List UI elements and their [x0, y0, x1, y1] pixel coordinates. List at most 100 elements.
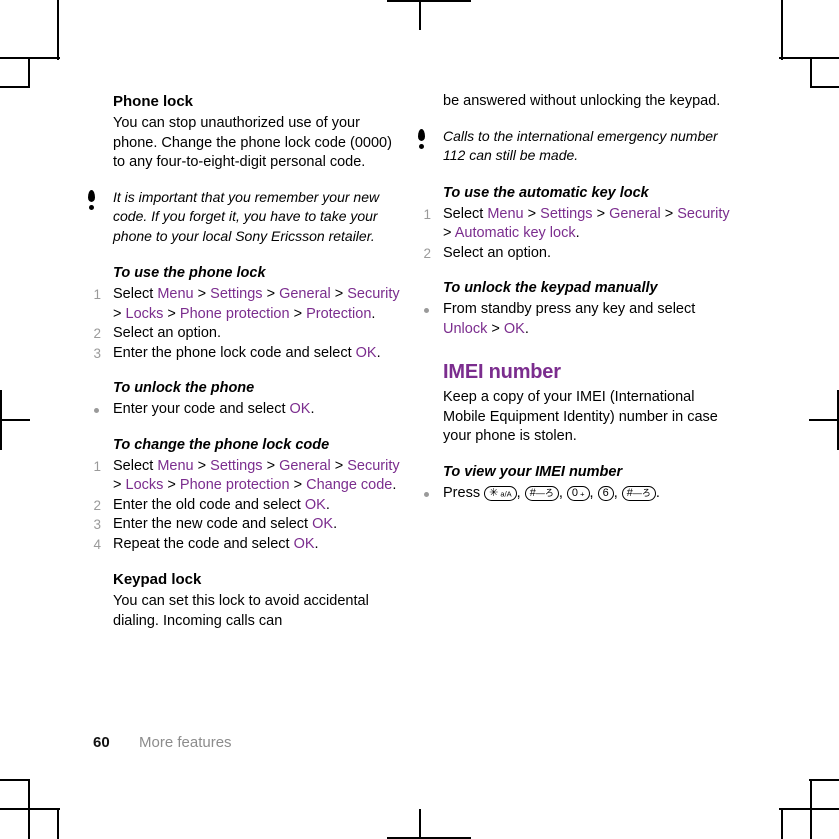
ui-term: Phone protection [179, 477, 290, 493]
list-item: Enter the new code and select OK. [85, 515, 404, 535]
ui-term: Menu [487, 205, 524, 222]
ui-term: Security [677, 205, 730, 222]
step-text: Enter your code and select [113, 401, 290, 417]
crop-mark-top-right [779, 57, 839, 59]
ui-term: Protection [306, 305, 372, 322]
ui-term: General [609, 205, 661, 222]
crop-mark-top-left-inner [28, 57, 30, 88]
key-main-glyph: 6 [602, 486, 609, 499]
crop-mark-top-center [387, 0, 471, 2]
six-key: 6 [597, 485, 614, 501]
ui-term: Unlock [443, 320, 488, 337]
step-text: > [163, 305, 180, 322]
step-text: Enter the old code and select [113, 496, 305, 513]
ui-term: OK [312, 516, 334, 532]
step-text: > [289, 477, 307, 493]
crop-mark-bottom-center [419, 809, 421, 839]
ui-term: Security [347, 457, 400, 474]
crop-mark-left-center [0, 419, 30, 421]
unlock-phone-heading: To unlock the phone [113, 380, 255, 396]
note-text: Calls to the international emergency num… [443, 127, 718, 164]
step-text: > [592, 205, 610, 222]
phone-lock-note: It is important that you remember your n… [85, 188, 404, 247]
phone-lock-heading: Phone lock [113, 93, 194, 110]
list-item: Enter the old code and select OK. [85, 496, 404, 516]
press-label: Press [443, 484, 485, 501]
page-number: 60 [93, 734, 110, 751]
page-footer: 60 More features [93, 733, 793, 753]
key-sub-glyph: + [578, 489, 585, 498]
list-item: Enter the phone lock code and select OK. [85, 344, 404, 364]
exclamation-icon [417, 128, 426, 151]
view-imei-bullets: Press ✳ a/A, #―ろ, 0 +, 6, #―ろ. [424, 484, 734, 504]
step-text: Repeat the code and select [113, 535, 294, 552]
change-phone-lock-code-heading: To change the phone lock code [113, 436, 330, 453]
ui-term: Settings [210, 286, 263, 302]
step-text: > [660, 205, 678, 222]
change-phone-lock-code-steps: Select Menu > Settings > General > Secur… [87, 457, 404, 555]
keypad-lock-body-continued: be answered without unlocking the keypad… [443, 93, 721, 109]
ui-term: OK [355, 344, 377, 361]
step-text: Enter the phone lock code and select [113, 344, 356, 361]
crop-mark-top-left [0, 57, 60, 59]
ui-term: OK [293, 535, 315, 552]
ui-term: Settings [540, 205, 593, 222]
footer-section-name: More features [139, 734, 232, 751]
list-item: Select an option. [85, 324, 404, 344]
step-text: . [310, 401, 315, 417]
list-item: Select Menu > Settings > General > Secur… [85, 285, 404, 324]
crop-mark-top-center [419, 0, 421, 30]
ui-term: Security [347, 286, 400, 302]
step-text: Select [113, 457, 158, 474]
zero-key: 0 + [566, 485, 590, 501]
key-separator: , [613, 484, 622, 501]
crop-mark-top-right-inner [810, 57, 812, 88]
step-text: > [487, 320, 504, 337]
ui-term: General [279, 286, 331, 302]
key-sequence: ✳ a/A, #―ろ, 0 +, 6, #―ろ [484, 485, 656, 501]
imei-number-heading: IMEI number [443, 361, 561, 383]
list-item: Select Menu > Settings > General > Secur… [415, 205, 734, 244]
step-text: > [523, 205, 541, 222]
step-text: . [371, 305, 376, 322]
step-text: . [376, 344, 381, 361]
step-text: > [163, 477, 180, 493]
crop-mark-bottom-right-inner [779, 808, 839, 810]
use-phone-lock-heading: To use the phone lock [113, 265, 266, 281]
sentence-terminator: . [655, 484, 660, 501]
step-text: > [262, 457, 280, 474]
imei-number-body: Keep a copy of your IMEI (International … [443, 389, 718, 444]
crop-mark-right-center [809, 419, 839, 421]
crop-mark-top-left [57, 0, 59, 60]
step-text: > [289, 305, 307, 322]
step-text: From standby press any key and select [443, 301, 696, 317]
ui-term: General [279, 457, 331, 474]
step-text: Select [113, 286, 158, 302]
emergency-call-note: Calls to the international emergency num… [415, 127, 734, 166]
exclamation-icon [87, 189, 96, 212]
step-text: . [314, 535, 319, 552]
unlock-phone-bullets: Enter your code and select OK. [94, 400, 404, 420]
right-column: be answered without unlocking the keypad… [417, 92, 734, 505]
ui-term: Menu [157, 457, 194, 474]
ui-term: Locks [125, 305, 164, 322]
step-text: Select an option. [443, 244, 552, 261]
list-item: Enter your code and select OK. [85, 400, 404, 420]
step-text: > [113, 477, 126, 493]
step-text: > [443, 225, 455, 241]
step-text: . [575, 225, 580, 241]
step-text: Select an option. [113, 325, 222, 341]
ui-term: OK [289, 401, 311, 417]
use-phone-lock-steps: Select Menu > Settings > General > Secur… [87, 285, 404, 363]
view-imei-heading: To view your IMEI number [443, 463, 623, 480]
ui-term: Automatic key lock [454, 225, 576, 241]
list-item: Select Menu > Settings > General > Secur… [85, 457, 404, 496]
